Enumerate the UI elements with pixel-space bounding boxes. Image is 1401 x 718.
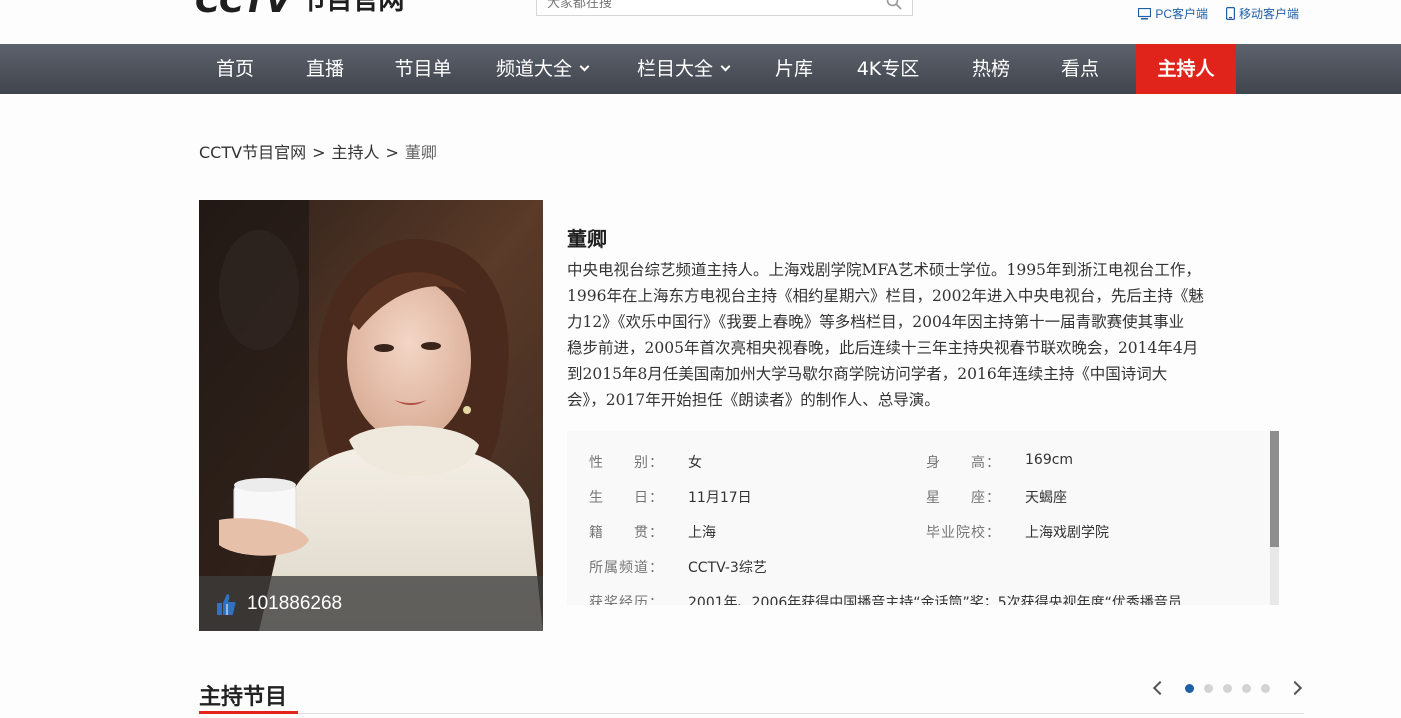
like-bar: 101886268 bbox=[199, 576, 543, 631]
nav-label: 首页 bbox=[215, 58, 254, 80]
detail-height: 身 高： 169cm bbox=[926, 452, 1073, 472]
detail-value: 天蝎座 bbox=[1025, 490, 1067, 506]
carousel-dot[interactable] bbox=[1242, 683, 1251, 693]
chevron-right-icon[interactable] bbox=[1287, 680, 1303, 696]
detail-awards: 获奖经历： 2001年、2006年获得中国播音主持“金话筒”奖；5次获得央视年度… bbox=[589, 592, 1182, 605]
bio-line: 1996年在上海东方电视台主持《相约星期六》栏目，2002年进入中央电视台，先后… bbox=[567, 287, 1204, 305]
detail-value: 上海戏剧学院 bbox=[1025, 525, 1109, 541]
nav-label: 直播 bbox=[305, 58, 344, 80]
detail-gender: 性 别： 女 bbox=[589, 452, 702, 472]
thumbs-up-icon[interactable] bbox=[215, 591, 237, 617]
search-icon[interactable] bbox=[886, 0, 902, 10]
detail-key: 星 座： bbox=[926, 490, 1001, 506]
mobile-client-label: 移动客户端 bbox=[1238, 7, 1299, 21]
carousel-dot[interactable] bbox=[1223, 683, 1232, 693]
detail-channel: 所属频道： CCTV-3综艺 bbox=[589, 557, 767, 577]
host-bio: 中央电视台综艺频道主持人。上海戏剧学院MFA艺术硕士学位。1995年到浙江电视台… bbox=[567, 257, 1279, 413]
monitor-icon bbox=[1138, 7, 1152, 19]
logo-cctv-text: CCTV bbox=[195, 0, 291, 21]
detail-value: 2001年、2006年获得中国播音主持“金话筒”奖；5次获得央视年度“优秀播音员 bbox=[688, 595, 1182, 605]
carousel-dot[interactable] bbox=[1185, 683, 1194, 693]
detail-key: 所属频道： bbox=[589, 560, 664, 576]
detail-key: 身 高： bbox=[926, 455, 1001, 471]
nav-item-4k[interactable]: 4K专区 bbox=[834, 44, 942, 94]
bio-line: 会》，2017年开始担任《朗读者》的制作人、总导演。 bbox=[567, 391, 940, 409]
breadcrumb-separator: > bbox=[385, 143, 399, 162]
carousel-dot[interactable] bbox=[1204, 683, 1213, 693]
nav-label: 4K专区 bbox=[856, 58, 920, 80]
nav-item-highlights[interactable]: 看点 bbox=[1040, 44, 1120, 94]
nav-item-channels[interactable]: 频道大全 bbox=[472, 44, 612, 94]
detail-value: CCTV-3综艺 bbox=[688, 560, 767, 576]
detail-value: 169cm bbox=[1025, 452, 1074, 468]
bio-line: 到2015年8月任美国南加州大学马歇尔商学院访问学者，2016年连续主持《中国诗… bbox=[567, 365, 1168, 383]
nav-item-library[interactable]: 片库 bbox=[754, 44, 834, 94]
nav-label: 看点 bbox=[1060, 58, 1099, 80]
search-box bbox=[536, 0, 913, 16]
nav-item-hot[interactable]: 热榜 bbox=[942, 44, 1040, 94]
detail-key: 获奖经历： bbox=[589, 595, 664, 605]
section-title-underline bbox=[199, 711, 298, 714]
host-name: 董卿 bbox=[567, 227, 607, 251]
bio-line: 中央电视台综艺频道主持人。上海戏剧学院MFA艺术硕士学位。1995年到浙江电视台… bbox=[567, 261, 1201, 279]
breadcrumb-home[interactable]: CCTV节目官网 bbox=[199, 143, 306, 162]
mobile-client-link[interactable]: 移动客户端 bbox=[1225, 5, 1299, 22]
bio-line: 力12》《欢乐中国行》《我要上春晚》等多档栏目，2004年因主持第十一届青歌赛使… bbox=[567, 313, 1185, 331]
nav-item-live[interactable]: 直播 bbox=[276, 44, 374, 94]
chevron-down-icon bbox=[579, 61, 590, 72]
breadcrumb-hosts[interactable]: 主持人 bbox=[331, 143, 379, 162]
detail-key: 性 别： bbox=[589, 455, 664, 471]
section-divider bbox=[199, 713, 1304, 714]
top-bar: CCTV 节目官网 PC客户端 移动客户端 bbox=[0, 0, 1401, 44]
main-nav: 首页 直播 节目单 频道大全 栏目大全 片库 4K专区 热榜 看点 主持人 bbox=[0, 44, 1401, 94]
pc-client-link[interactable]: PC客户端 bbox=[1138, 5, 1208, 22]
nav-label: 频道大全 bbox=[495, 58, 572, 80]
bio-line: 稳步前进，2005年首次亮相央视春晚，此后连续十三年主持央视春节联欢晚会，201… bbox=[567, 339, 1199, 357]
nav-label: 栏目大全 bbox=[636, 58, 713, 80]
detail-value: 上海 bbox=[688, 525, 716, 541]
nav-item-hosts[interactable]: 主持人 bbox=[1136, 44, 1236, 94]
search-input[interactable] bbox=[537, 0, 867, 14]
carousel-dot[interactable] bbox=[1261, 683, 1270, 693]
breadcrumb: CCTV节目官网 > 主持人 > 董卿 bbox=[199, 139, 437, 163]
host-portrait-image bbox=[199, 200, 543, 631]
detail-key: 毕业院校： bbox=[926, 525, 1001, 541]
nav-label: 节目单 bbox=[394, 58, 452, 80]
carousel-controls bbox=[1152, 680, 1303, 696]
detail-hometown: 籍 贯： 上海 bbox=[589, 522, 716, 542]
chevron-left-icon[interactable] bbox=[1152, 680, 1168, 696]
pc-client-label: PC客户端 bbox=[1155, 7, 1208, 21]
nav-item-schedule[interactable]: 节目单 bbox=[374, 44, 472, 94]
client-links: PC客户端 移动客户端 bbox=[1138, 5, 1299, 22]
nav-label: 热榜 bbox=[971, 58, 1010, 80]
nav-item-columns[interactable]: 栏目大全 bbox=[612, 44, 754, 94]
nav-item-home[interactable]: 首页 bbox=[194, 44, 276, 94]
mobile-icon bbox=[1225, 7, 1235, 20]
detail-key: 生 日： bbox=[589, 490, 664, 506]
detail-zodiac: 星 座： 天蝎座 bbox=[926, 487, 1067, 507]
like-count: 101886268 bbox=[247, 592, 343, 614]
cctv-logo[interactable]: CCTV 节目官网 bbox=[195, 0, 405, 21]
breadcrumb-current: 董卿 bbox=[404, 143, 437, 162]
nav-label: 主持人 bbox=[1157, 58, 1215, 80]
detail-birthday: 生 日： 11月17日 bbox=[589, 487, 752, 507]
chevron-down-icon bbox=[720, 61, 731, 72]
nav-label: 片库 bbox=[774, 58, 813, 80]
details-scrollbar-thumb[interactable] bbox=[1270, 431, 1279, 547]
section-title: 主持节目 bbox=[199, 685, 288, 710]
detail-school: 毕业院校： 上海戏剧学院 bbox=[926, 522, 1109, 542]
breadcrumb-separator: > bbox=[312, 143, 326, 162]
host-photo: 101886268 bbox=[199, 200, 543, 631]
detail-key: 籍 贯： bbox=[589, 525, 664, 541]
detail-value: 女 bbox=[688, 455, 702, 471]
host-details-panel[interactable]: 性 别： 女 身 高： 169cm 生 日： 11月17日 星 座： 天蝎座 籍… bbox=[567, 431, 1279, 605]
detail-value: 11月17日 bbox=[688, 490, 752, 506]
logo-site-text: 节目官网 bbox=[300, 0, 405, 16]
